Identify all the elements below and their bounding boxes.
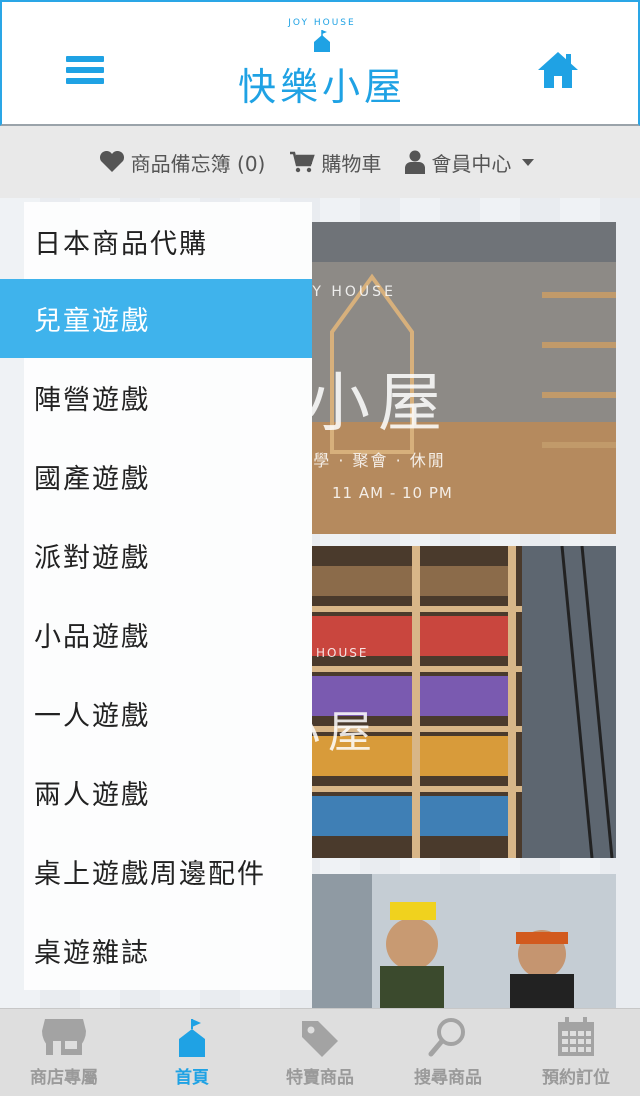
people-illustration bbox=[312, 874, 616, 1008]
wishlist-label: 商品備忘簿 (0) bbox=[130, 151, 266, 176]
menu-item-domestic-games[interactable]: 國產遊戲 bbox=[24, 437, 312, 516]
tab-label: 搜尋商品 bbox=[414, 1068, 482, 1088]
menu-item-party-games[interactable]: 派對遊戲 bbox=[24, 516, 312, 595]
hamburger-menu-icon[interactable] bbox=[66, 56, 104, 88]
menu-item-label: 派對遊戲 bbox=[34, 543, 150, 574]
store-photo-shelves[interactable]: HOUSE 快樂小屋 bbox=[312, 546, 616, 858]
member-label: 會員中心 bbox=[431, 151, 512, 176]
tab-home[interactable]: 首頁 bbox=[128, 1009, 256, 1096]
cart-label: 購物車 bbox=[321, 151, 382, 176]
tab-label: 特賣商品 bbox=[286, 1068, 354, 1088]
tab-reservation[interactable]: 預約訂位 bbox=[512, 1009, 640, 1096]
menu-item-solo-games[interactable]: 一人遊戲 bbox=[24, 674, 312, 753]
menu-item-label: 兒童遊戲 bbox=[34, 306, 150, 337]
menu-item-faction-games[interactable]: 陣營遊戲 bbox=[24, 358, 312, 437]
bottom-tab-bar: 商店專屬 首頁 特賣商品 搜尋商品 預約訂位 bbox=[0, 1008, 640, 1096]
tab-label: 預約訂位 bbox=[542, 1068, 610, 1088]
logo-title: 快樂小屋 bbox=[237, 65, 406, 109]
menu-item-small-games[interactable]: 小品遊戲 bbox=[24, 595, 312, 674]
member-center-dropdown[interactable]: 會員中心 bbox=[405, 148, 541, 177]
storefront-icon bbox=[41, 1015, 87, 1059]
sub-navigation: 商品備忘簿 (0) 購物車 會員中心 bbox=[0, 126, 640, 198]
brand-logo[interactable]: JOY HOUSE 快樂小屋 bbox=[222, 18, 422, 122]
menu-item-two-player-games[interactable]: 兩人遊戲 bbox=[24, 753, 312, 832]
tab-sale[interactable]: 特賣商品 bbox=[256, 1009, 384, 1096]
category-side-menu: 日本商品代購 兒童遊戲 陣營遊戲 國產遊戲 派對遊戲 小品遊戲 一人遊戲 兩人遊… bbox=[0, 198, 312, 1008]
tab-label: 商店專屬 bbox=[30, 1068, 98, 1088]
store-photo-people[interactable] bbox=[312, 874, 616, 1008]
price-tag-icon bbox=[300, 1015, 340, 1059]
menu-item-label: 兩人遊戲 bbox=[34, 780, 150, 811]
tab-store[interactable]: 商店專屬 bbox=[0, 1009, 128, 1096]
menu-item-label: 日本商品代購 bbox=[34, 229, 208, 260]
heart-icon bbox=[99, 151, 124, 172]
menu-item-japan-proxy[interactable]: 日本商品代購 bbox=[24, 202, 312, 281]
tab-label: 首頁 bbox=[175, 1068, 209, 1088]
tab-search[interactable]: 搜尋商品 bbox=[384, 1009, 512, 1096]
menu-item-label: 國產遊戲 bbox=[34, 464, 150, 495]
search-icon bbox=[428, 1015, 468, 1059]
photo-subtitle-text: 桌遊租售 · 教學 · 聚會 · 休閒 bbox=[312, 451, 446, 470]
menu-item-accessories[interactable]: 桌上遊戲周邊配件 bbox=[24, 832, 312, 911]
menu-item-label: 桌上遊戲周邊配件 bbox=[34, 859, 266, 890]
photo-brand-text: JOY HOUSE bbox=[312, 284, 396, 300]
shopping-cart-icon bbox=[290, 151, 316, 173]
calendar-icon bbox=[557, 1015, 595, 1059]
app-header: JOY HOUSE 快樂小屋 bbox=[0, 0, 640, 126]
cart-link[interactable]: 購物車 bbox=[289, 148, 381, 177]
menu-item-magazines[interactable]: 桌遊雜誌 bbox=[24, 911, 312, 990]
photo-title-text: 快樂小屋 bbox=[312, 367, 450, 441]
house-flag-icon bbox=[314, 30, 330, 52]
photo-hours-text: 11 AM - 10 PM bbox=[332, 484, 453, 502]
store-photo-entrance[interactable]: JOY HOUSE 快樂小屋 桌遊租售 · 教學 · 聚會 · 休閒 11 AM… bbox=[312, 222, 616, 534]
logo-subtitle: JOY HOUSE bbox=[288, 18, 356, 28]
house-flag-icon bbox=[177, 1015, 207, 1059]
photo2-title-text: 快樂小屋 bbox=[312, 707, 380, 758]
home-icon[interactable] bbox=[536, 50, 580, 90]
menu-item-label: 一人遊戲 bbox=[34, 701, 150, 732]
caret-down-icon bbox=[522, 159, 535, 166]
menu-item-kids-games[interactable]: 兒童遊戲 bbox=[0, 279, 312, 358]
menu-item-label: 陣營遊戲 bbox=[34, 385, 150, 416]
menu-item-label: 小品遊戲 bbox=[34, 622, 150, 653]
menu-item-label: 桌遊雜誌 bbox=[34, 938, 150, 969]
wishlist-link[interactable]: 商品備忘簿 (0) bbox=[99, 148, 266, 177]
photo2-brand-text: HOUSE bbox=[316, 646, 369, 660]
user-icon bbox=[405, 150, 426, 174]
